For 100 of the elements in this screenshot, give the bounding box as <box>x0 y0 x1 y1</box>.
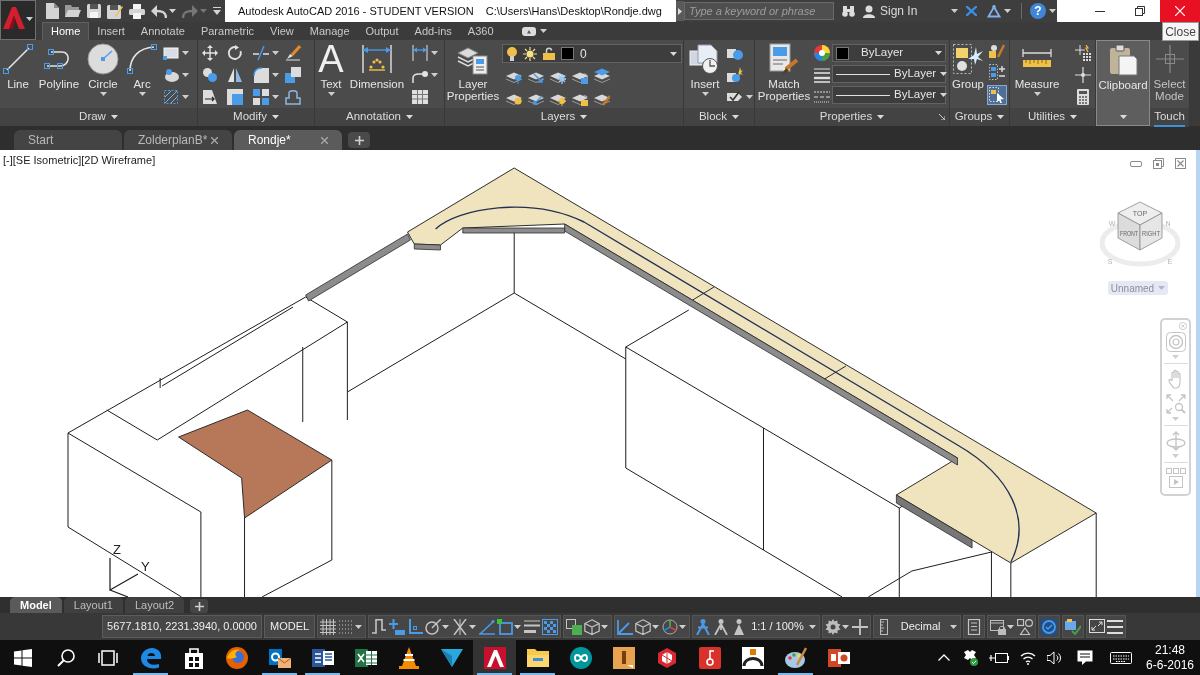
caret-icon[interactable] <box>652 624 660 629</box>
new-layout-button[interactable] <box>190 599 209 613</box>
viewport-control[interactable]: [-] <box>3 154 13 166</box>
caret-icon[interactable] <box>841 624 849 629</box>
table-icon[interactable] <box>412 89 428 105</box>
layout-tab[interactable]: Layout2 <box>124 597 185 613</box>
caret-icon[interactable] <box>182 95 189 99</box>
caret-icon[interactable] <box>539 29 547 33</box>
text-button[interactable]: A Text <box>316 40 346 108</box>
point-grid-icon[interactable] <box>1075 45 1091 61</box>
file-tab[interactable]: Start <box>14 130 122 150</box>
folder-icon[interactable] <box>65 4 81 18</box>
caret-icon[interactable] <box>182 73 189 77</box>
caret-icon[interactable] <box>469 624 477 629</box>
cross-arrows-icon[interactable] <box>202 45 218 61</box>
triangle-nodes-icon[interactable] <box>987 4 1001 18</box>
ribbon-tab[interactable]: Add-ins <box>406 22 460 40</box>
layer-properties-button[interactable]: Layer Properties <box>446 40 500 108</box>
property-dropdown[interactable]: ByLayer <box>832 86 946 104</box>
mirrored-triangles-icon[interactable] <box>227 67 243 83</box>
caret-icon[interactable] <box>169 9 176 13</box>
caret-icon[interactable] <box>431 73 438 77</box>
caret-icon[interactable] <box>355 624 363 629</box>
page-icon[interactable] <box>45 3 59 19</box>
polar-circle-icon[interactable] <box>425 618 442 635</box>
plus-icon[interactable] <box>851 618 868 635</box>
offset-outline-icon[interactable] <box>285 89 301 105</box>
ellipse-icon[interactable] <box>163 67 179 83</box>
restore-icon[interactable] <box>1153 158 1164 169</box>
taskbar-button[interactable] <box>473 640 516 675</box>
checker-square-icon[interactable] <box>542 618 559 635</box>
close-icon[interactable] <box>1175 158 1186 169</box>
plug-battery-icon[interactable] <box>989 651 1009 664</box>
application-menu-button[interactable] <box>0 0 36 40</box>
match-properties-button[interactable]: Match Properties <box>756 40 812 108</box>
close-icon[interactable] <box>211 136 218 144</box>
axes-icon[interactable] <box>617 618 634 635</box>
grid-icon[interactable] <box>320 618 337 635</box>
square-grid-icon[interactable] <box>253 89 269 105</box>
sign-in-button[interactable]: Sign In <box>863 2 951 20</box>
caret-icon[interactable] <box>431 51 438 55</box>
dot-grid-icon[interactable] <box>338 618 355 635</box>
viewport-control[interactable]: [2D Wireframe] <box>81 154 156 166</box>
circle-button[interactable]: Circle <box>83 40 123 108</box>
shapes-sparkle-icon[interactable] <box>727 67 743 83</box>
plus-bar-icon[interactable] <box>389 618 406 635</box>
caret-icon[interactable] <box>601 624 609 629</box>
dimension-line-icon[interactable] <box>412 45 428 61</box>
corner-arrow-icon[interactable] <box>939 114 945 120</box>
caret-icon[interactable] <box>272 51 279 55</box>
cut-line-icon[interactable] <box>253 45 269 61</box>
speaker-icon[interactable] <box>1047 650 1063 665</box>
layout-tab[interactable]: Model <box>10 597 62 613</box>
minimize-icon[interactable] <box>1130 160 1142 167</box>
caret-icon[interactable] <box>1007 624 1015 629</box>
bracket-icon[interactable] <box>371 618 388 635</box>
cross-icon[interactable] <box>966 6 977 16</box>
select-mode-button[interactable]: Select Mode <box>1151 40 1188 108</box>
speech-bubble-icon[interactable] <box>1077 649 1093 666</box>
ribbon-tab[interactable]: Insert <box>89 22 133 40</box>
ribbon-tab[interactable]: A360 <box>459 22 502 40</box>
axis-gizmo-icon[interactable] <box>662 618 679 635</box>
caret-icon[interactable] <box>679 624 687 629</box>
polyline-button[interactable]: Polyline <box>37 40 81 108</box>
clock-button[interactable]: 21:48 6-6-2016 <box>1140 640 1200 675</box>
clipboard-button[interactable]: Clipboard <box>1098 41 1148 109</box>
rectangle-icon[interactable] <box>163 45 179 61</box>
chevron-up-icon[interactable] <box>938 654 950 661</box>
rounded-box-icon[interactable] <box>521 26 536 36</box>
stacked-boxes-icon[interactable] <box>285 67 301 83</box>
layer-stack-icon[interactable] <box>594 68 610 84</box>
menu-icon[interactable] <box>1107 618 1124 635</box>
caret-icon[interactable] <box>950 624 958 629</box>
close-icon[interactable] <box>321 136 328 144</box>
caret-icon[interactable] <box>1004 9 1011 13</box>
stacked-lines-icon[interactable] <box>524 618 541 635</box>
insert-button[interactable]: Insert <box>685 40 725 108</box>
expand-window-icon[interactable] <box>1089 618 1106 635</box>
caret-icon[interactable] <box>442 624 450 629</box>
caret-icon[interactable] <box>514 624 522 629</box>
dashed-lines-icon[interactable] <box>814 89 830 105</box>
annotation-scale-button[interactable]: 1:1 / 100% <box>748 618 807 635</box>
layer-dropdown[interactable]: 0 <box>502 44 682 63</box>
property-dropdown[interactable]: ByLayer <box>832 65 946 83</box>
ribbon-tab[interactable]: View <box>262 22 302 40</box>
calculator-icon[interactable] <box>1075 89 1091 105</box>
ribbon-tab[interactable]: Manage <box>301 22 358 40</box>
search-toggle-button[interactable] <box>676 1 684 21</box>
search-field[interactable]: Type a keyword or phrase <box>684 2 834 20</box>
paintbrush-icon[interactable] <box>285 45 301 61</box>
box-check-icon[interactable] <box>962 649 978 666</box>
color-wheel-icon[interactable] <box>814 45 830 61</box>
figure-icon[interactable] <box>713 618 730 635</box>
units-button[interactable]: Decimal <box>892 618 949 635</box>
caret-icon[interactable] <box>1049 9 1056 13</box>
gear-icon[interactable] <box>824 618 841 635</box>
caret-icon[interactable] <box>746 95 753 99</box>
ruler-icon[interactable] <box>879 618 888 635</box>
printer-icon[interactable] <box>129 3 145 19</box>
help-button[interactable]: ? <box>1030 3 1046 19</box>
